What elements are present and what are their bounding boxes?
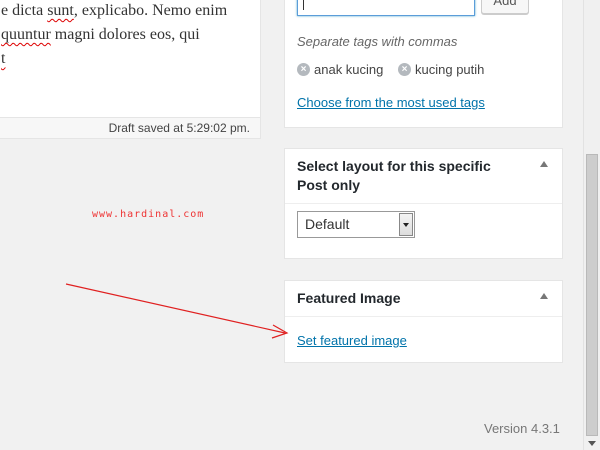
scroll-down-icon[interactable] (588, 441, 596, 446)
remove-tag-icon[interactable]: × (398, 63, 411, 76)
tag-input[interactable] (297, 0, 475, 16)
tag-label: kucing putih (415, 62, 485, 77)
set-featured-image-link[interactable]: Set featured image (297, 333, 407, 348)
watermark: www.hardinal.com (92, 209, 205, 220)
editor-line: e dicta sunt, explicabo. Nemo enim (1, 2, 228, 19)
featured-image-title: Featured Image (297, 290, 401, 306)
misspelled-word: quuntur (1, 26, 51, 43)
version-label: Version 4.3.1 (484, 421, 560, 436)
layout-box: Select layout for this specific Post onl… (284, 148, 563, 259)
dropdown-arrow-icon[interactable] (399, 213, 413, 236)
layout-select[interactable]: Default (297, 211, 415, 238)
layout-box-header[interactable]: Select layout for this specific Post onl… (285, 149, 562, 204)
tags-hint: Separate tags with commas (297, 34, 458, 49)
editor-line: quuntur magni dolores eos, qui (1, 26, 200, 43)
tags-box: Add Separate tags with commas × anak kuc… (284, 0, 563, 128)
layout-select-value: Default (305, 216, 350, 232)
draft-status: Draft saved at 5:29:02 pm. (0, 117, 260, 138)
tag-label: anak kucing (314, 62, 384, 77)
tag-item: × kucing putih (398, 62, 484, 77)
misspelled-word: t (1, 50, 6, 67)
remove-tag-icon[interactable]: × (297, 63, 310, 76)
tag-item: × anak kucing (297, 62, 383, 77)
text-caret (303, 0, 304, 10)
featured-image-header[interactable]: Featured Image (285, 281, 562, 317)
post-editor[interactable]: e dicta sunt, explicabo. Nemo enim quunt… (0, 0, 261, 139)
scrollbar-thumb[interactable] (586, 154, 598, 436)
scrollbar[interactable] (583, 0, 600, 450)
add-tag-button[interactable]: Add (481, 0, 529, 14)
misspelled-word: sunt (47, 2, 74, 19)
editor-content[interactable]: e dicta sunt, explicabo. Nemo enim quunt… (0, 0, 260, 117)
editor-line: t (0, 47, 260, 71)
collapse-arrow-icon[interactable] (540, 293, 548, 299)
featured-image-box: Featured Image Set featured image (284, 280, 563, 363)
choose-tags-link[interactable]: Choose from the most used tags (297, 95, 485, 110)
layout-box-title: Select layout for this specific Post onl… (297, 158, 491, 193)
collapse-arrow-icon[interactable] (540, 161, 548, 167)
